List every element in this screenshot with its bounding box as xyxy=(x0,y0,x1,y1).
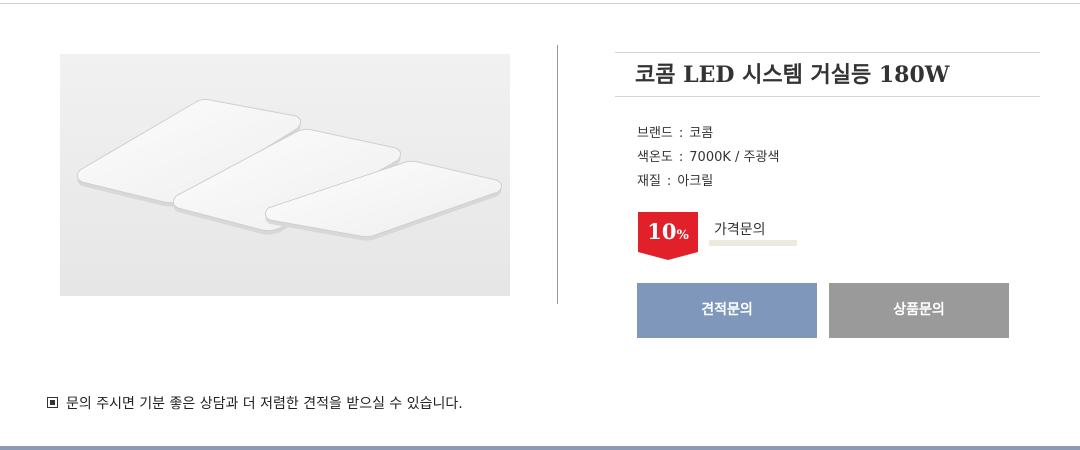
product-title: 코콤 LED 시스템 거실등 180W xyxy=(635,62,950,88)
spec-brand: 브랜드: 코콤 xyxy=(637,124,713,144)
product-image xyxy=(60,54,510,296)
ceiling-light-illustration xyxy=(60,54,510,296)
discount-badge-text: 10% xyxy=(638,218,698,250)
spec-separator: : xyxy=(666,174,672,189)
square-bullet-icon xyxy=(47,396,58,408)
spec-brand-value: 코콤 xyxy=(689,126,714,141)
vertical-divider xyxy=(557,45,558,304)
notice: 문의 주시면 기분 좋은 상담과 더 저렴한 견적을 받으실 수 있습니다. xyxy=(47,394,463,414)
bottom-bar xyxy=(0,446,1080,450)
price-underline xyxy=(709,240,797,246)
spec-material-label: 재질 xyxy=(637,174,661,189)
spec-material-value: 아크릴 xyxy=(677,174,714,189)
title-rule-bottom xyxy=(615,96,1040,97)
estimate-inquiry-button[interactable]: 견적문의 xyxy=(637,283,817,338)
spec-color-temp-value: 7000K / 주광색 xyxy=(689,150,780,165)
product-inquiry-button[interactable]: 상품문의 xyxy=(829,283,1009,338)
spec-separator: : xyxy=(678,150,684,165)
notice-text: 문의 주시면 기분 좋은 상담과 더 저렴한 견적을 받으실 수 있습니다. xyxy=(66,396,463,412)
spec-separator: : xyxy=(678,126,684,141)
spec-material: 재질: 아크릴 xyxy=(637,172,713,192)
spec-color-temp: 색온도:7000K / 주광색 xyxy=(637,148,779,168)
title-rule-top xyxy=(615,52,1040,53)
spec-brand-label: 브랜드 xyxy=(637,126,673,141)
discount-number: 10 xyxy=(647,219,677,244)
spec-color-temp-label: 색온도 xyxy=(637,150,673,165)
discount-unit: % xyxy=(676,228,689,243)
price-inquiry-label: 가격문의 xyxy=(714,222,766,238)
top-divider xyxy=(0,3,1080,4)
discount-badge: 10% xyxy=(638,212,698,260)
